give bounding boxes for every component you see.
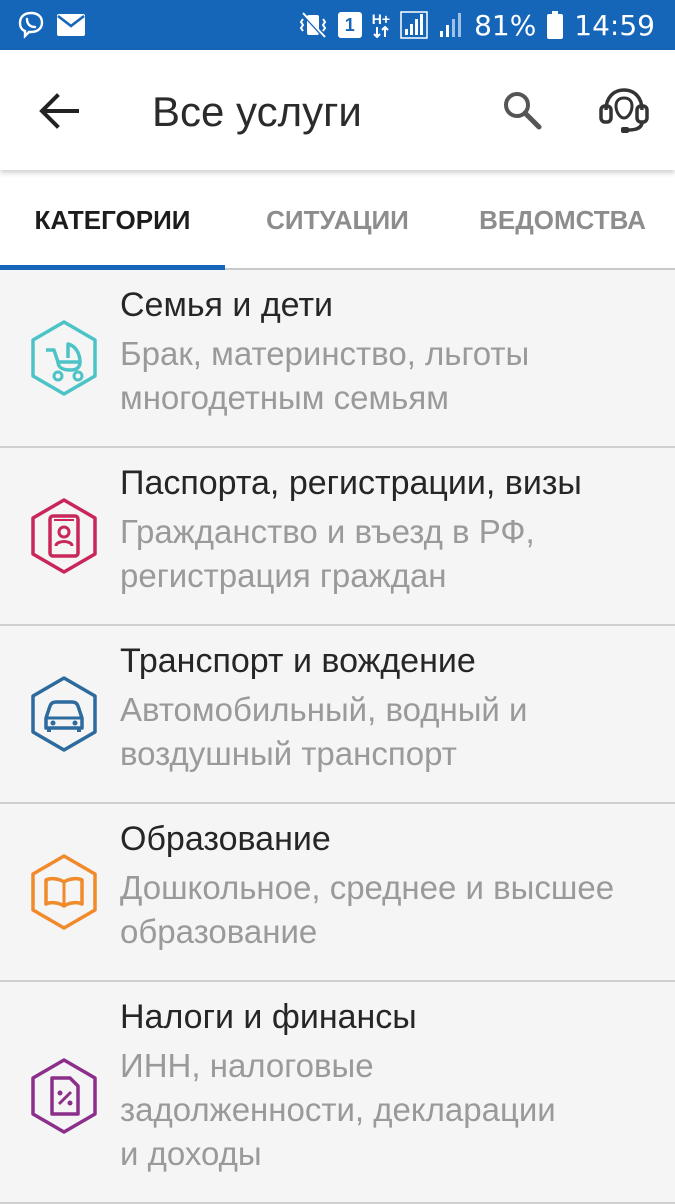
category-passports-visas[interactable]: Паспорта, регистрации, визы Гражданство … xyxy=(0,448,675,626)
battery-percent: 81% xyxy=(474,8,537,42)
network-type: H+ xyxy=(371,11,391,27)
category-description-line: воздушный транспорт xyxy=(120,735,457,772)
category-description-line: Автомобильный, водный и xyxy=(120,691,528,728)
search-icon xyxy=(504,92,542,130)
category-description: Гражданство и въезд в РФ, регистрация гр… xyxy=(120,510,670,598)
category-taxes-finance[interactable]: Налоги и финансы ИНН, налоговые задолжен… xyxy=(0,982,675,1204)
support-headset-icon xyxy=(599,88,649,133)
category-description: Автомобильный, водный и воздушный трансп… xyxy=(120,688,670,776)
status-bar-right: 1 H+ 81% 14:59 xyxy=(298,9,655,42)
baby-stroller-icon xyxy=(31,320,97,396)
tab-agencies[interactable]: ВЕДОМСТВА xyxy=(450,170,675,270)
category-description-line: задолженности, декларации xyxy=(120,1091,556,1128)
category-description: Брак, материнство, льготы многодетным се… xyxy=(120,332,670,420)
sim-icon: 1 xyxy=(337,12,362,38)
category-description-line: многодетным семьям xyxy=(120,379,449,416)
clock: 14:59 xyxy=(574,8,655,42)
network-icon: H+ xyxy=(372,12,390,38)
category-description-line: Дошкольное, среднее и высшее xyxy=(120,869,615,906)
category-description-line: и доходы xyxy=(120,1135,262,1172)
search-button[interactable] xyxy=(498,86,546,134)
signal-icon xyxy=(400,11,428,39)
page-title: Все услуги xyxy=(152,88,362,135)
signal-2-icon xyxy=(438,11,464,39)
tab-bar: КАТЕГОРИИ СИТУАЦИИ ВЕДОМСТВА xyxy=(0,170,675,270)
tab-situations[interactable]: СИТУАЦИИ xyxy=(225,170,450,270)
status-bar-left xyxy=(16,10,86,40)
category-description-line: Брак, материнство, льготы xyxy=(120,335,530,372)
tab-categories-label: КАТЕГОРИИ xyxy=(34,204,191,235)
category-family-children[interactable]: Семья и дети Брак, материнство, льготы м… xyxy=(0,270,675,448)
category-title: Образование xyxy=(120,820,331,858)
vibrate-icon xyxy=(298,11,328,39)
category-education[interactable]: Образование Дошкольное, среднее и высшее… xyxy=(0,804,675,982)
category-description-line: Гражданство и въезд в РФ, xyxy=(120,513,535,550)
category-transport-driving[interactable]: Транспорт и вождение Автомобильный, водн… xyxy=(0,626,675,804)
tax-document-icon xyxy=(31,1058,97,1134)
tab-situations-label: СИТУАЦИИ xyxy=(266,204,409,235)
book-icon xyxy=(31,854,97,930)
category-description: ИНН, налоговые задолженности, декларации… xyxy=(120,1044,670,1176)
battery-icon xyxy=(546,10,564,40)
category-title: Транспорт и вождение xyxy=(120,642,476,680)
support-button[interactable] xyxy=(594,80,654,140)
back-arrow-icon xyxy=(39,93,79,129)
category-description-line: ИНН, налоговые xyxy=(120,1047,374,1084)
tab-categories[interactable]: КАТЕГОРИИ xyxy=(0,170,225,270)
status-bar: 1 H+ 81% 14:59 xyxy=(0,0,675,50)
category-description: Дошкольное, среднее и высшее образование xyxy=(120,866,670,954)
car-icon xyxy=(31,676,97,752)
category-description-line: регистрация граждан xyxy=(120,557,447,594)
back-button[interactable] xyxy=(36,88,82,134)
tab-agencies-label: ВЕДОМСТВА xyxy=(479,204,646,235)
passport-icon xyxy=(31,498,97,574)
category-title: Паспорта, регистрации, визы xyxy=(120,464,582,502)
app-bar: Все услуги xyxy=(0,50,675,170)
category-description-line: образование xyxy=(120,913,318,950)
mail-icon xyxy=(56,13,86,37)
category-title: Семья и дети xyxy=(120,286,334,324)
category-title: Налоги и финансы xyxy=(120,998,417,1036)
viber-icon xyxy=(16,10,46,40)
